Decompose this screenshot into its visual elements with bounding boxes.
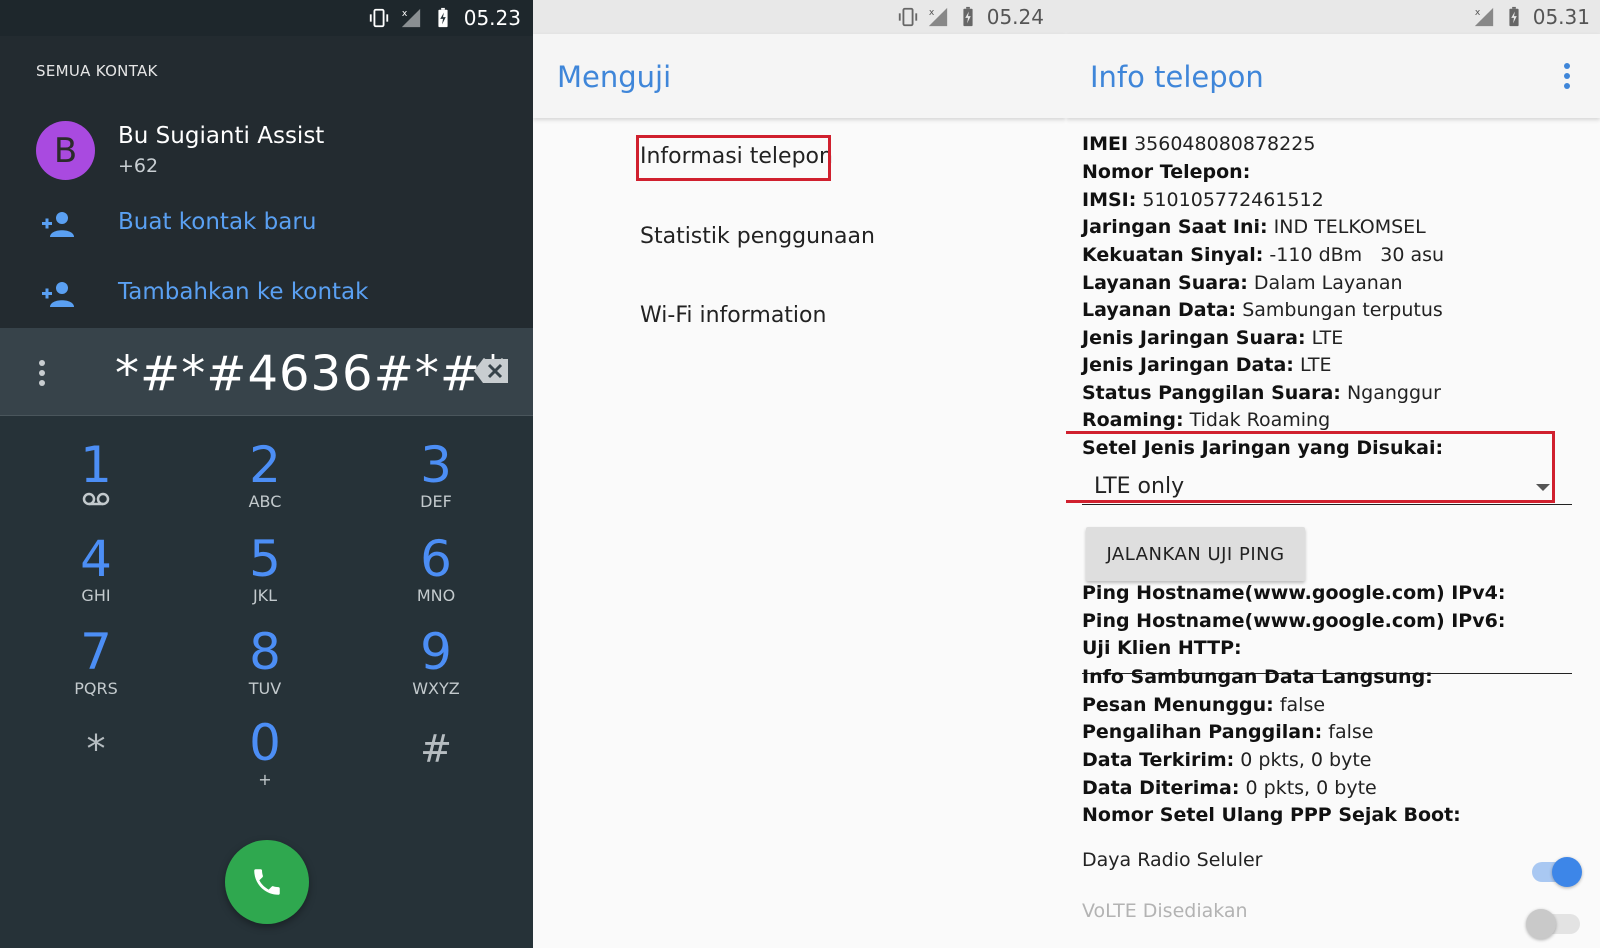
dialed-number[interactable]: *#*#4636#*#* [115,346,506,402]
key-8[interactable]: 8 TUV [205,625,325,705]
key-9[interactable]: 9 WXYZ [376,625,496,705]
phone-icon [254,869,280,895]
add-to-contact-button[interactable]: Tambahkan ke kontak [118,279,368,305]
battery-icon [1509,6,1519,27]
add-person-icon [42,282,74,307]
highlight-box [1066,431,1555,503]
info-row-ping-ipv6: Ping Hostname(www.google.com) IPv6: [1082,610,1506,632]
status-bar: x 05.24 [533,0,1066,34]
info-row-ppp-reset: Nomor Setel Ulang PPP Sejak Boot: [1082,804,1461,826]
toggle-label-radio-power: Daya Radio Seluler [1082,849,1263,871]
key-6[interactable]: 6 MNO [376,532,496,612]
info-row-ping-ipv4: Ping Hostname(www.google.com) IPv4: [1082,582,1506,604]
avatar[interactable]: B [36,121,95,180]
info-row-data-service: Layanan Data: Sambungan terputus [1082,299,1443,321]
key-1[interactable]: 1 [36,438,156,518]
radio-power-toggle[interactable] [1532,857,1582,887]
info-row-phone-number: Nomor Telepon: [1082,161,1251,183]
info-row-data-network-type: Jenis Jaringan Data: LTE [1082,354,1332,376]
app-bar: Info telepon [1066,34,1600,118]
info-row-call-forwarding: Pengalihan Panggilan: false [1082,721,1374,743]
key-7[interactable]: 7 PQRS [36,625,156,705]
info-row-imei: IMEI 356048080878225 [1082,133,1316,155]
backspace-icon[interactable] [473,356,511,386]
info-row-data-sent: Data Terkirim: 0 pkts, 0 byte [1082,749,1372,771]
key-3[interactable]: 3 DEF [376,438,496,518]
more-vert-icon[interactable] [1562,60,1572,92]
info-row-data-connection: Info Sambungan Data Langsung: [1082,666,1433,688]
info-row-current-network: Jaringan Saat Ini: IND TELKOMSEL [1082,216,1426,238]
vibrate-icon [369,8,388,28]
key-2[interactable]: 2 ABC [205,438,325,518]
highlight-box [636,135,831,181]
key-0[interactable]: 0 + [205,716,325,796]
info-row-voice-network-type: Jenis Jaringan Suara: LTE [1082,327,1344,349]
volte-toggle[interactable] [1526,909,1580,939]
contact-name[interactable]: Bu Sugianti Assist [118,123,324,149]
svg-text:x: x [402,8,408,19]
menu-item-usage-stats[interactable]: Statistik penggunaan [640,224,875,249]
status-bar: x 05.23 [0,0,533,36]
info-row-data-received: Data Diterima: 0 pkts, 0 byte [1082,777,1377,799]
call-button[interactable] [225,840,309,924]
create-contact-button[interactable]: Buat kontak baru [118,209,316,235]
battery-icon [963,6,973,27]
signal-no-service-icon: x [928,7,947,27]
info-row-roaming: Roaming: Tidak Roaming [1082,409,1331,431]
toggle-label-volte: VoLTE Disediakan [1082,900,1248,922]
key-hash[interactable]: # [376,716,496,796]
phone-info-panel: x 05.31 Info telepon IMEI 35604808087822… [1066,0,1600,948]
battery-icon [438,7,448,28]
status-time: 05.24 [986,5,1044,29]
vibrate-icon [898,7,917,27]
section-title: SEMUA KONTAK [36,62,158,80]
status-time: 05.23 [463,6,521,30]
key-5[interactable]: 5 JKL [205,532,325,612]
add-person-icon [42,212,74,237]
info-row-http-test: Uji Klien HTTP: [1082,637,1242,659]
dialer-panel: x 05.23 SEMUA KONTAK B Bu Sugianti Assis… [0,0,533,948]
info-row-message-waiting: Pesan Menunggu: false [1082,694,1326,716]
info-row-voice-service: Layanan Suara: Dalam Layanan [1082,272,1403,294]
page-title: Info telepon [1090,60,1264,94]
key-star[interactable]: * [36,716,156,796]
info-row-voice-call-status: Status Panggilan Suara: Nganggur [1082,382,1441,404]
run-ping-test-button[interactable]: JALANKAN UJI PING [1086,527,1305,581]
menu-item-wifi-info[interactable]: Wi-Fi information [640,303,826,328]
info-row-signal-strength: Kekuatan Sinyal: -110 dBm 30 asu [1082,244,1445,266]
svg-text:x: x [1475,7,1481,18]
contact-number: +62 [118,155,159,177]
signal-no-service-icon: x [401,8,420,28]
status-time: 05.31 [1532,5,1590,29]
more-options-icon[interactable] [36,358,48,388]
voicemail-icon [82,492,110,506]
testing-panel: x 05.24 Menguji Informasi telepon Statis… [533,0,1066,948]
app-bar: Menguji [533,34,1066,118]
page-title: Menguji [557,60,672,94]
status-bar: x 05.31 [1066,0,1600,34]
signal-no-service-icon: x [1474,7,1493,27]
key-4[interactable]: 4 GHI [36,532,156,612]
select-underline [1082,504,1572,505]
info-row-imsi: IMSI: 510105772461512 [1082,189,1324,211]
svg-text:x: x [929,7,935,18]
